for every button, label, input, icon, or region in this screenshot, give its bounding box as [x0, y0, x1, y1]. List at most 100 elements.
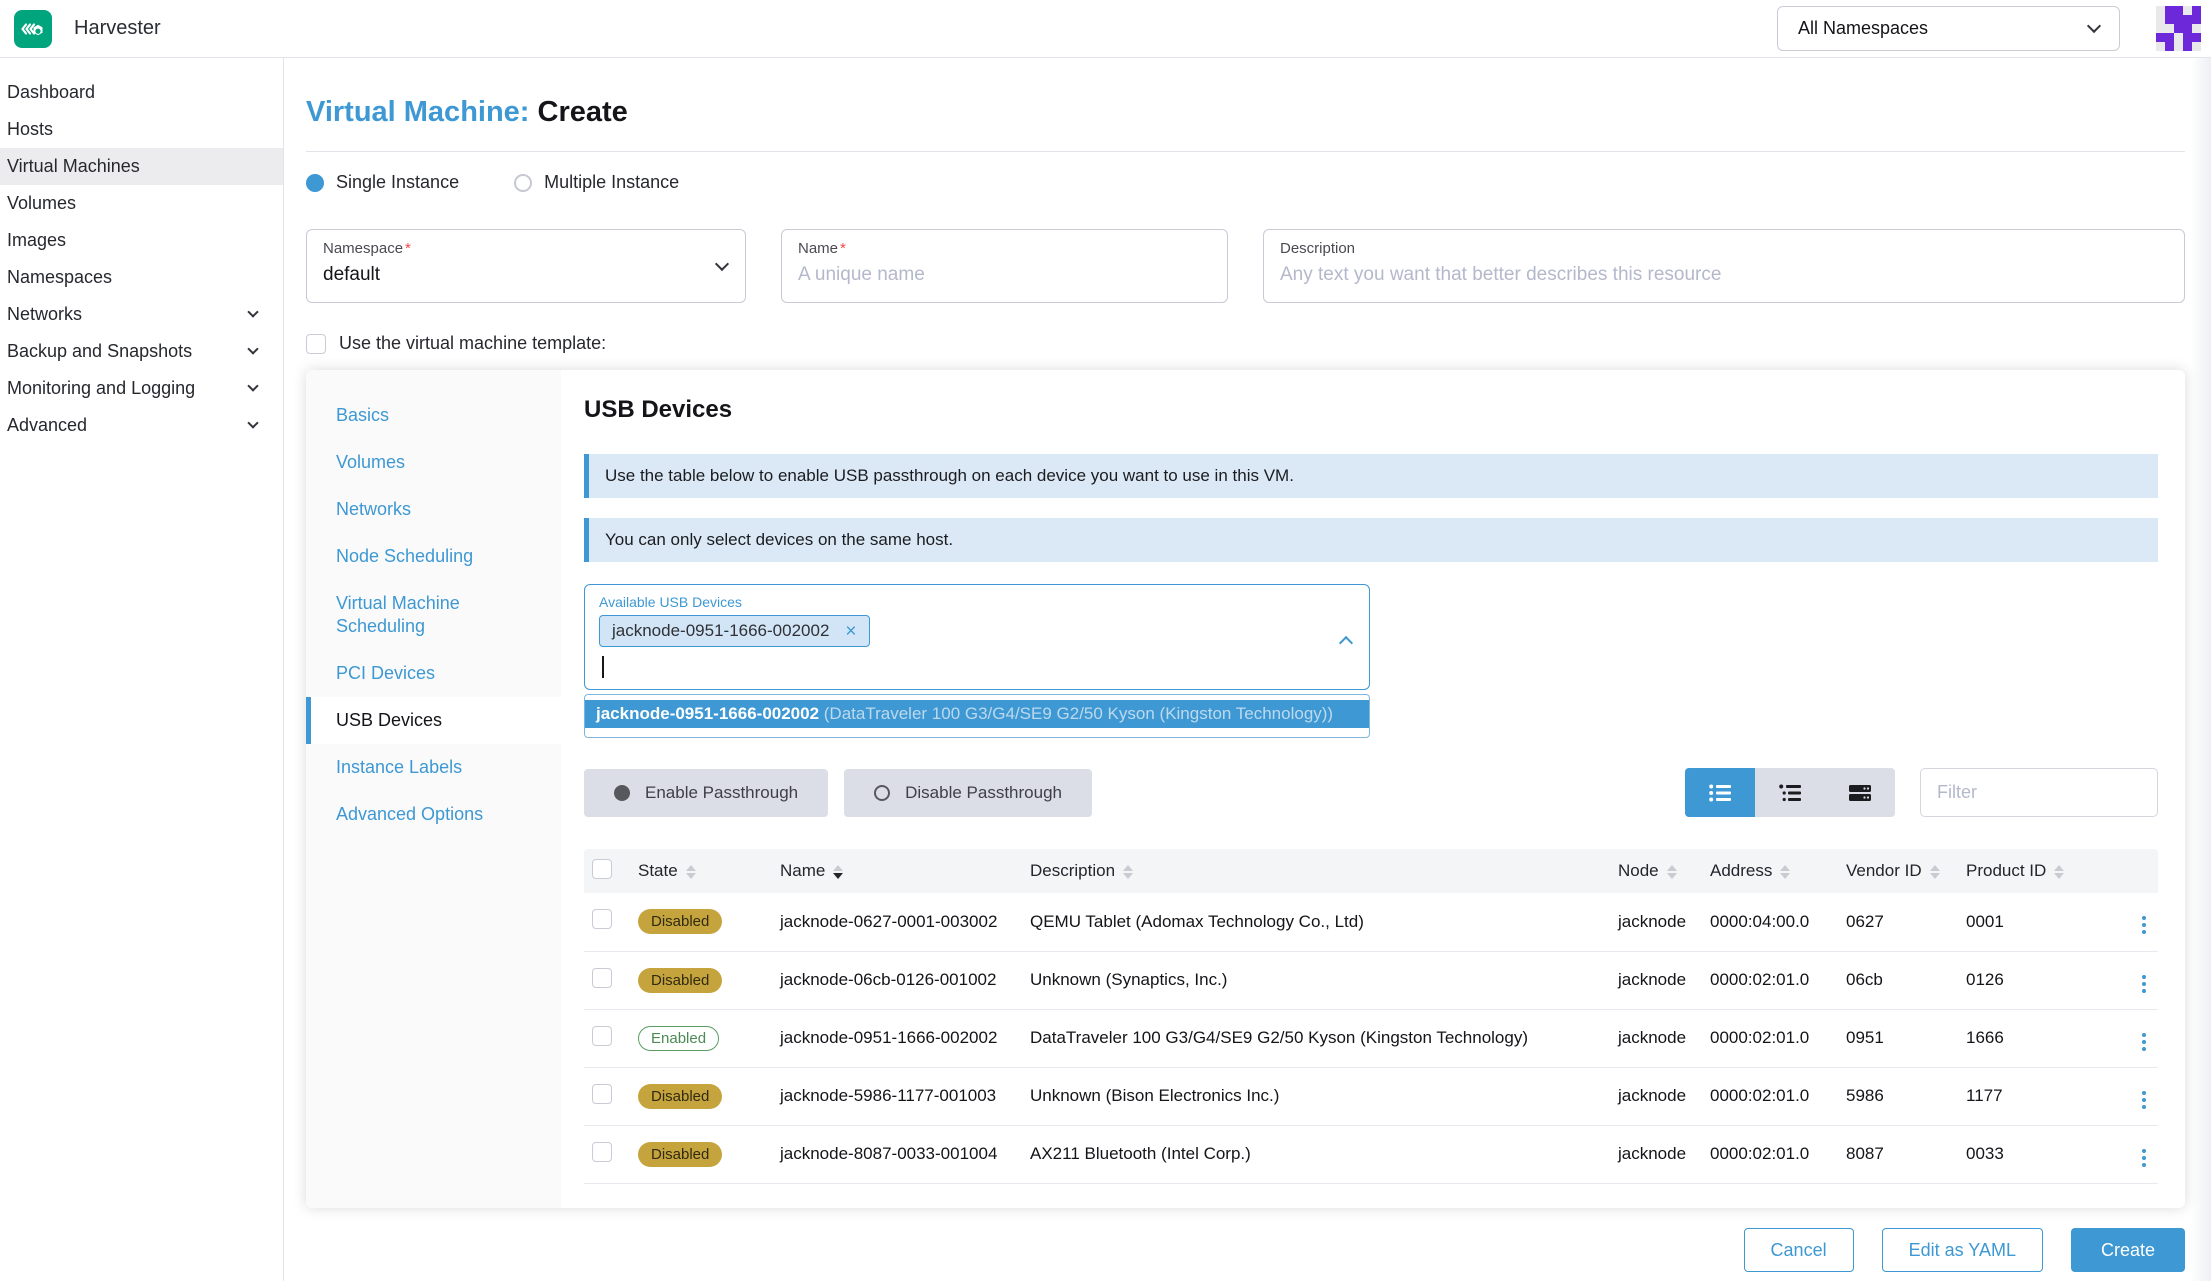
device-dropdown-option[interactable]: jacknode-0951-1666-002002 (DataTraveler … [585, 700, 1369, 728]
column-header[interactable]: Description [1022, 849, 1610, 893]
filter-input[interactable] [1920, 768, 2158, 817]
row-checkbox[interactable] [592, 909, 612, 930]
name-input[interactable] [798, 264, 1211, 286]
address-cell: 0000:02:01.0 [1702, 951, 1838, 1010]
remove-tag-icon[interactable]: × [845, 622, 856, 641]
sidebar-item[interactable]: Advanced [0, 407, 283, 444]
row-menu-icon[interactable] [2138, 1087, 2150, 1113]
form-tab[interactable]: Basics [306, 392, 561, 439]
sidebar-item[interactable]: Dashboard [0, 74, 283, 111]
column-header[interactable]: Node [1610, 849, 1702, 893]
column-header[interactable]: Vendor ID [1838, 849, 1958, 893]
status-badge: Enabled [638, 1025, 720, 1051]
select-all-checkbox[interactable] [592, 858, 612, 879]
disable-passthrough-button[interactable]: Disable Passthrough [844, 768, 1092, 817]
sidebar-item[interactable]: Monitoring and Logging [0, 370, 283, 407]
card-view-button[interactable] [1825, 768, 1895, 817]
brand-title: Harvester [74, 17, 161, 39]
name-field[interactable]: Name * [781, 229, 1228, 303]
option-description: (DataTraveler 100 G3/G4/SE9 G2/50 Kyson … [819, 704, 1334, 723]
row-checkbox[interactable] [592, 1141, 612, 1162]
user-avatar[interactable] [2156, 6, 2201, 51]
footer-actions: Cancel Edit as YAML Create [1743, 1228, 2185, 1272]
sort-icon[interactable] [1123, 864, 1134, 879]
namespace-filter-select[interactable]: All Namespaces [1777, 6, 2120, 51]
column-header[interactable]: Product ID [1958, 849, 2098, 893]
available-usb-devices-select[interactable]: Available USB Devices jacknode-0951-1666… [584, 584, 1370, 690]
address-cell: 0000:02:01.0 [1702, 1067, 1838, 1126]
enable-passthrough-button[interactable]: Enable Passthrough [584, 768, 829, 817]
scrollbar-gutter[interactable] [2191, 58, 2211, 1281]
description-cell: QEMU Tablet (Adomax Technology Co., Ltd) [1022, 893, 1610, 952]
use-template-checkbox[interactable] [306, 333, 326, 354]
node-cell: jacknode [1610, 893, 1702, 952]
form-tab[interactable]: Node Scheduling [306, 533, 561, 580]
sidebar-item[interactable]: Namespaces [0, 259, 283, 296]
row-checkbox[interactable] [592, 1025, 612, 1046]
instance-radio[interactable]: Multiple Instance [514, 172, 679, 193]
form-tab[interactable]: Networks [306, 486, 561, 533]
sort-icon[interactable] [685, 864, 696, 879]
table-actions-row: Enable Passthrough Disable Passthrough [584, 768, 2158, 817]
sidebar-item-label: Dashboard [7, 82, 96, 102]
sidebar-item[interactable]: Virtual Machines [0, 148, 283, 185]
sort-icon[interactable] [2054, 864, 2065, 879]
row-checkbox[interactable] [592, 967, 612, 988]
sort-icon[interactable] [1929, 864, 1940, 879]
column-header[interactable]: State [630, 849, 772, 893]
chevron-up-icon[interactable] [1338, 635, 1354, 651]
list-view-button[interactable] [1685, 768, 1755, 817]
namespace-label: Namespace * [323, 240, 411, 257]
enable-passthrough-label: Enable Passthrough [645, 782, 799, 802]
sidebar-item[interactable]: Backup and Snapshots [0, 333, 283, 370]
form-tab[interactable]: Instance Labels [306, 744, 561, 791]
row-menu-icon[interactable] [2138, 912, 2150, 938]
row-menu-icon[interactable] [2138, 1145, 2150, 1171]
form-tab[interactable]: USB Devices [306, 697, 561, 744]
status-badge: Disabled [638, 1141, 723, 1167]
column-header-label: Description [1030, 861, 1116, 880]
table-row: Disabled jacknode-8087-0033-001004 AX211… [584, 1125, 2158, 1184]
sort-icon[interactable] [1666, 864, 1677, 879]
outline-circle-icon [874, 784, 891, 801]
chevron-down-icon [247, 343, 259, 355]
form-tab[interactable]: PCI Devices [306, 650, 561, 697]
cancel-button[interactable]: Cancel [1743, 1228, 1854, 1272]
row-menu-icon[interactable] [2138, 971, 2150, 997]
namespace-select[interactable]: Namespace * default [306, 229, 746, 303]
harvester-logo-icon[interactable] [14, 9, 52, 48]
radio-icon [306, 173, 324, 192]
form-tab[interactable]: Volumes [306, 439, 561, 486]
column-header[interactable]: Address [1702, 849, 1838, 893]
row-actions-cell [2098, 893, 2158, 952]
form-tab[interactable]: Advanced Options [306, 791, 561, 838]
sidebar-item[interactable]: Networks [0, 296, 283, 333]
instance-radio[interactable]: Single Instance [306, 172, 459, 193]
description-input[interactable] [1280, 264, 2168, 286]
row-menu-icon[interactable] [2138, 1029, 2150, 1055]
grouped-view-button[interactable] [1755, 768, 1825, 817]
sidebar-item-label: Hosts [7, 119, 54, 139]
row-select-cell [584, 1125, 630, 1184]
sort-icon[interactable] [1780, 864, 1791, 879]
row-actions-cell [2098, 951, 2158, 1010]
address-cell: 0000:02:01.0 [1702, 1009, 1838, 1068]
create-button[interactable]: Create [2070, 1228, 2185, 1272]
form-tab[interactable]: Virtual Machine Scheduling [306, 580, 561, 650]
sidebar-item[interactable]: Volumes [0, 185, 283, 222]
description-cell: DataTraveler 100 G3/G4/SE9 G2/50 Kyson (… [1022, 1009, 1610, 1068]
table-row: Disabled jacknode-06cb-0126-001002 Unkno… [584, 951, 2158, 1010]
address-cell: 0000:04:00.0 [1702, 893, 1838, 952]
column-header[interactable]: Name [772, 849, 1022, 893]
sidebar-item[interactable]: Images [0, 222, 283, 259]
sort-icon[interactable] [833, 864, 844, 879]
row-checkbox[interactable] [592, 1083, 612, 1104]
description-field[interactable]: Description [1263, 229, 2185, 303]
sidebar-item[interactable]: Hosts [0, 111, 283, 148]
row-actions-cell [2098, 1125, 2158, 1184]
state-cell: Disabled [630, 1067, 772, 1126]
edit-as-yaml-button[interactable]: Edit as YAML [1881, 1228, 2043, 1272]
state-cell: Disabled [630, 951, 772, 1010]
page-title-resource[interactable]: Virtual Machine: [306, 96, 529, 128]
selected-device-tag[interactable]: jacknode-0951-1666-002002 × [599, 615, 870, 647]
